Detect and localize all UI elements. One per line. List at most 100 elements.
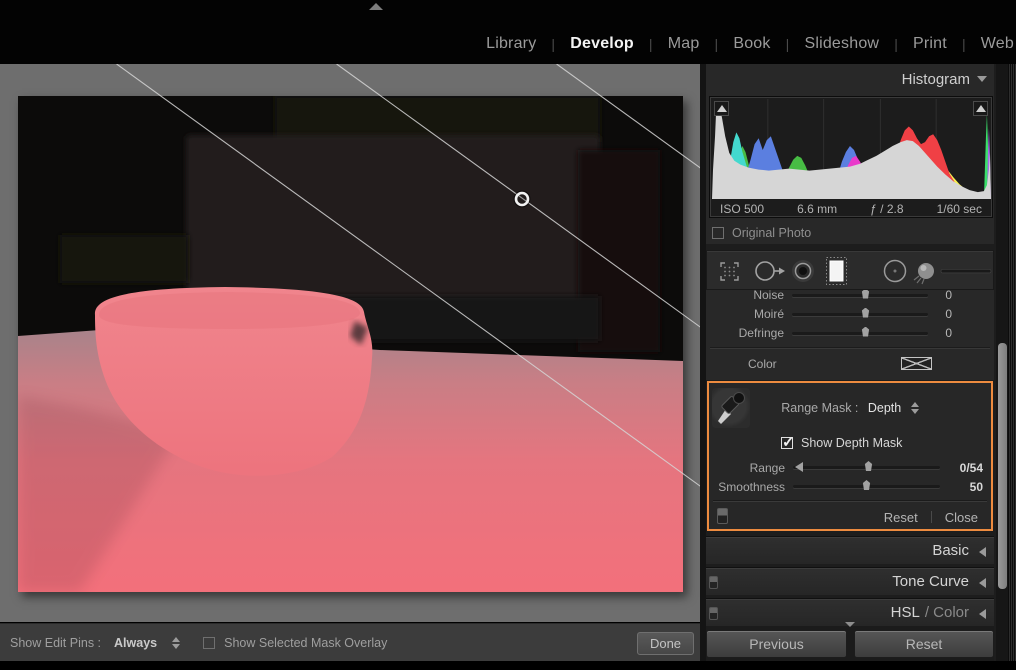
- red-eye-tool-icon[interactable]: [792, 260, 814, 282]
- chevron-left-icon: [979, 547, 986, 557]
- moire-value: 0: [936, 307, 952, 321]
- dropdown-spinner-icon[interactable]: [171, 637, 180, 649]
- nav-book[interactable]: Book: [733, 35, 770, 53]
- show-selected-mask-overlay-label: Show Selected Mask Overlay: [224, 636, 387, 650]
- nav-slideshow[interactable]: Slideshow: [804, 35, 879, 53]
- moire-slider-knob[interactable]: [861, 308, 870, 318]
- develop-canvas: [0, 64, 700, 622]
- histogram-title: Histogram: [902, 71, 970, 88]
- graduated-filter-tool-icon-active[interactable]: [827, 258, 847, 285]
- range-slider-track[interactable]: [793, 466, 940, 469]
- shutter-value: 1/60 sec: [937, 202, 982, 216]
- module-picker: Library | Develop | Map | Book | Slidesh…: [486, 0, 1014, 64]
- show-selected-mask-overlay-checkbox[interactable]: [203, 637, 215, 649]
- show-depth-mask-row: Show Depth Mask: [781, 435, 902, 450]
- noise-slider-track[interactable]: [792, 294, 928, 297]
- moire-slider-row: Moiré 0: [706, 305, 994, 323]
- mask-onoff-switch[interactable]: [717, 508, 728, 524]
- defringe-value: 0: [936, 326, 952, 340]
- original-photo-checkbox[interactable]: [712, 227, 724, 239]
- crop-tool-icon[interactable]: [721, 263, 738, 280]
- smoothness-slider-row: Smoothness 50: [709, 479, 991, 494]
- right-panel: Histogram: [706, 64, 996, 662]
- chevron-down-icon: [977, 76, 987, 82]
- highlight-clipping-button[interactable]: [973, 101, 988, 116]
- nav-divider: |: [894, 36, 898, 53]
- section-divider: [710, 347, 990, 348]
- color-swatch[interactable]: [901, 357, 932, 370]
- range-mask-footer: Reset Close: [709, 505, 991, 529]
- panel-collapse-icon[interactable]: [845, 622, 855, 627]
- nav-print[interactable]: Print: [913, 35, 947, 53]
- done-button[interactable]: Done: [637, 632, 694, 655]
- range-slider-min-knob[interactable]: [795, 462, 803, 472]
- close-mask-button[interactable]: Close: [932, 510, 991, 525]
- smoothness-slider-knob[interactable]: [862, 480, 871, 490]
- hsl-panel-label-suffix: / Color: [925, 604, 969, 621]
- panel-edge-grip[interactable]: [1008, 64, 1016, 662]
- range-mask-panel: Range Mask : Depth Show Depth Mask Range…: [707, 381, 993, 531]
- show-edit-pins-dropdown[interactable]: Always: [114, 636, 157, 650]
- lightroom-window: Library | Develop | Map | Book | Slidesh…: [0, 0, 1016, 670]
- brush-size-slider[interactable]: [941, 270, 991, 273]
- nav-map[interactable]: Map: [668, 35, 700, 53]
- defringe-slider-knob[interactable]: [861, 327, 870, 337]
- bottom-edge: [0, 661, 1016, 670]
- show-edit-pins-label: Show Edit Pins :: [10, 636, 101, 650]
- smoothness-value: 50: [948, 480, 983, 494]
- hsl-onoff-switch[interactable]: [709, 607, 718, 620]
- moire-label: Moiré: [706, 307, 784, 321]
- smoothness-slider-track[interactable]: [793, 485, 940, 488]
- hsl-panel-label: HSL: [891, 604, 920, 621]
- smoothness-label: Smoothness: [709, 480, 785, 494]
- adjustment-brush-tool-icon[interactable]: [914, 263, 991, 284]
- panel-scrollbar: [996, 64, 1016, 662]
- radial-filter-tool-icon[interactable]: [885, 261, 906, 282]
- histogram-panel-header[interactable]: Histogram: [706, 64, 994, 94]
- tone-curve-panel-header[interactable]: Tone Curve: [706, 567, 994, 595]
- nav-divider: |: [786, 36, 790, 53]
- nav-web[interactable]: Web: [981, 35, 1014, 53]
- moire-slider-track[interactable]: [792, 313, 928, 316]
- show-depth-mask-label: Show Depth Mask: [801, 436, 902, 450]
- range-label: Range: [709, 461, 785, 475]
- defringe-slider-track[interactable]: [792, 332, 928, 335]
- color-row: Color: [706, 354, 994, 376]
- detail-sliders-section: Noise 0 Moiré 0 Defringe 0 Color: [706, 286, 994, 380]
- nav-divider: |: [551, 36, 555, 53]
- range-mask-type-dropdown[interactable]: Depth: [868, 401, 901, 415]
- reset-mask-button[interactable]: Reset: [871, 510, 931, 525]
- nav-divider: |: [649, 36, 653, 53]
- dropdown-spinner-icon[interactable]: [910, 402, 919, 414]
- chevron-left-icon: [979, 609, 986, 619]
- top-bar: Library | Develop | Map | Book | Slidesh…: [0, 0, 1016, 64]
- cup-rim: [99, 292, 360, 329]
- top-panel-collapse-icon[interactable]: [369, 3, 383, 10]
- tone-curve-onoff-switch[interactable]: [709, 576, 718, 589]
- nav-library[interactable]: Library: [486, 35, 536, 53]
- nav-develop[interactable]: Develop: [570, 35, 634, 53]
- photo-depth-mask-preview[interactable]: [18, 96, 683, 592]
- shadow-clipping-button[interactable]: [714, 101, 729, 116]
- histogram-panel: ISO 500 6.6 mm ƒ / 2.8 1/60 sec Original…: [706, 94, 994, 244]
- exif-info-row: ISO 500 6.6 mm ƒ / 2.8 1/60 sec: [720, 200, 982, 218]
- show-depth-mask-checkbox[interactable]: [781, 437, 793, 449]
- focal-length-value: 6.6 mm: [797, 202, 837, 216]
- range-slider-row: Range 0/54: [709, 460, 991, 475]
- iso-value: ISO 500: [720, 202, 764, 216]
- aperture-value: ƒ / 2.8: [870, 202, 903, 216]
- nav-divider: |: [714, 36, 718, 53]
- basic-panel-header[interactable]: Basic: [706, 536, 994, 564]
- shadow-clipping-icon: [717, 105, 727, 112]
- chevron-left-icon: [979, 578, 986, 588]
- toolbar: Show Edit Pins : Always Show Selected Ma…: [0, 623, 700, 661]
- previous-button[interactable]: Previous: [706, 630, 847, 658]
- histogram-box[interactable]: ISO 500 6.6 mm ƒ / 2.8 1/60 sec: [709, 96, 993, 218]
- histogram-graph: [712, 99, 992, 199]
- reset-button[interactable]: Reset: [854, 630, 994, 658]
- defringe-label: Defringe: [706, 326, 784, 340]
- range-slider-max-knob[interactable]: [864, 461, 873, 471]
- scrollbar-thumb[interactable]: [998, 343, 1007, 589]
- nav-divider: |: [962, 36, 966, 53]
- spot-removal-tool-icon[interactable]: [756, 262, 785, 280]
